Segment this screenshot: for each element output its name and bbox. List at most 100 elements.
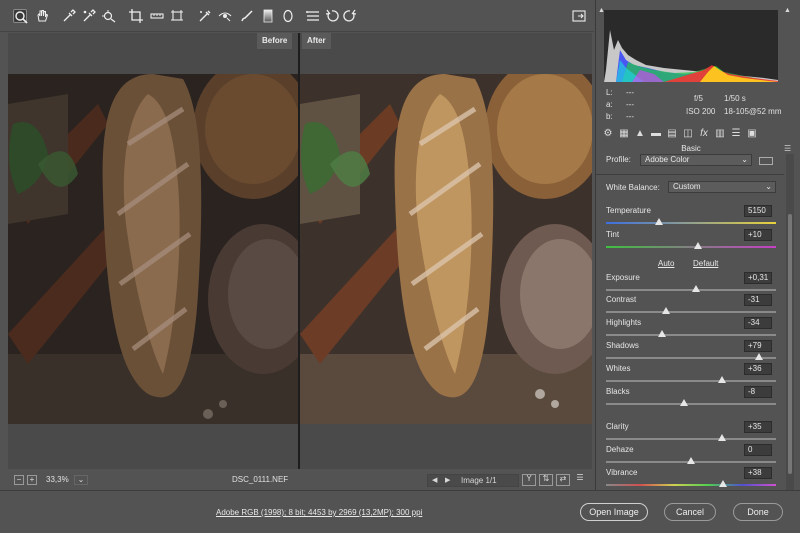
highlight-clipping-icon[interactable]: ▲ — [784, 7, 791, 14]
panel-scrollbar[interactable] — [786, 154, 794, 490]
lens-focal-length: 18-105@52 mm — [724, 107, 782, 116]
spot-removal-tool-icon[interactable] — [198, 9, 212, 23]
whites-slider-thumb[interactable] — [717, 376, 726, 383]
hsl-tab-icon[interactable]: ▬ — [650, 128, 662, 140]
dehaze-value-field[interactable]: 0 — [744, 444, 772, 456]
clarity-slider-track[interactable] — [606, 438, 776, 440]
targeted-adjustment-tool-icon[interactable] — [102, 9, 116, 23]
previous-image-icon[interactable]: ◀ — [432, 476, 437, 484]
l-label: L: — [606, 88, 613, 97]
shadows-slider-thumb[interactable] — [755, 353, 763, 360]
tint-value-field[interactable]: +10 — [744, 229, 772, 241]
detail-tab-icon[interactable]: ▲ — [634, 128, 646, 140]
highlights-slider-track[interactable] — [606, 334, 776, 336]
clarity-value-field[interactable]: +35 — [744, 421, 772, 433]
workflow-options-link[interactable]: Adobe RGB (1998); 8 bit; 4453 by 2969 (1… — [216, 508, 422, 517]
color-sampler-tool-icon[interactable] — [82, 9, 96, 23]
fullscreen-toggle-icon[interactable] — [572, 9, 586, 23]
open-preferences-icon[interactable] — [306, 9, 320, 23]
copy-settings-icon[interactable]: ⇄ — [556, 474, 570, 486]
radial-filter-icon[interactable] — [281, 9, 295, 23]
temperature-value-field[interactable]: 5150 — [744, 205, 772, 217]
tint-slider-track[interactable] — [606, 246, 776, 248]
blacks-slider-track[interactable] — [606, 403, 776, 405]
tint-slider-thumb[interactable] — [693, 242, 702, 249]
whites-slider-track[interactable] — [606, 380, 776, 382]
temperature-slider-track[interactable] — [606, 222, 776, 224]
split-toning-tab-icon[interactable]: ▤ — [666, 128, 678, 140]
clarity-slider-thumb[interactable] — [717, 434, 726, 441]
before-after-view-icon[interactable]: Y — [522, 474, 536, 486]
highlights-slider-thumb[interactable] — [658, 330, 667, 337]
blacks-value-field[interactable]: -8 — [744, 386, 772, 398]
effects-tab-icon[interactable]: fx — [698, 128, 710, 140]
graduated-filter-icon[interactable] — [261, 9, 275, 23]
zoom-dropdown-button[interactable]: ⌄ — [74, 475, 88, 485]
hand-tool-icon[interactable] — [35, 9, 49, 23]
auto-button[interactable]: Auto — [658, 259, 674, 268]
cancel-button[interactable]: Cancel — [664, 503, 716, 521]
snapshots-tab-icon[interactable]: ▣ — [746, 128, 758, 140]
exposure-slider-thumb[interactable] — [692, 285, 701, 292]
before-image — [8, 74, 298, 424]
white-balance-tool-icon[interactable] — [62, 9, 76, 23]
scrollbar-thumb[interactable] — [788, 214, 792, 474]
white-balance-dropdown[interactable]: Custom ⌄ — [668, 181, 776, 193]
temperature-slider-thumb[interactable] — [654, 218, 663, 225]
dehaze-slider-thumb[interactable] — [687, 457, 695, 464]
swap-settings-icon[interactable]: ⇅ — [539, 474, 553, 486]
shadows-value-field[interactable]: +79 — [744, 340, 772, 352]
open-image-button[interactable]: Open Image — [580, 503, 648, 521]
lens-corrections-tab-icon[interactable]: ◫ — [682, 128, 694, 140]
preview-preferences-icon[interactable]: ☰ — [573, 474, 587, 486]
basic-tab-icon[interactable]: ⚙ — [602, 128, 614, 140]
before-label[interactable]: Before — [257, 33, 293, 49]
crop-tool-icon[interactable] — [129, 9, 143, 23]
aperture: f/5 — [694, 94, 703, 103]
contrast-slider-thumb[interactable] — [661, 307, 670, 314]
zoom-out-button[interactable]: − — [14, 475, 24, 485]
tone-curve-tab-icon[interactable]: ▦ — [618, 128, 630, 140]
blacks-slider-thumb[interactable] — [680, 399, 689, 406]
exposure-label: Exposure — [606, 273, 640, 282]
red-eye-removal-tool-icon[interactable] — [218, 9, 232, 23]
whites-value-field[interactable]: +36 — [744, 363, 772, 375]
after-label[interactable]: After — [302, 33, 331, 49]
transform-tool-icon[interactable] — [170, 9, 184, 23]
l-value: --- — [626, 88, 634, 97]
exposure-slider-track[interactable] — [606, 289, 776, 291]
zoom-in-button[interactable]: + — [27, 475, 37, 485]
next-image-icon[interactable]: ▶ — [445, 476, 450, 484]
b-value: --- — [626, 112, 634, 121]
profile-browser-icon[interactable] — [759, 157, 773, 165]
preview-area: Before After — [8, 33, 592, 469]
adjustment-brush-icon[interactable] — [240, 9, 254, 23]
footer: Adobe RGB (1998); 8 bit; 4453 by 2969 (1… — [0, 490, 800, 533]
contrast-label: Contrast — [606, 295, 637, 304]
profile-dropdown[interactable]: Adobe Color ⌄ — [640, 154, 752, 166]
clarity-label: Clarity — [606, 422, 629, 431]
rotate-left-icon[interactable] — [325, 9, 339, 23]
vibrance-value-field[interactable]: +38 — [744, 467, 772, 479]
contrast-value-field[interactable]: -31 — [744, 294, 772, 306]
exposure-value-field[interactable]: +0,31 — [744, 272, 772, 284]
zoom-tool-icon[interactable] — [13, 9, 28, 24]
vibrance-slider-thumb[interactable] — [719, 480, 728, 487]
done-button[interactable]: Done — [733, 503, 783, 521]
a-label: a: — [606, 100, 613, 109]
panel-menu-icon[interactable]: ☰ — [784, 144, 791, 153]
rotate-right-icon[interactable] — [343, 9, 357, 23]
presets-tab-icon[interactable]: ☰ — [730, 128, 742, 140]
camera-calibration-tab-icon[interactable]: ▥ — [714, 128, 726, 140]
highlights-label: Highlights — [606, 318, 642, 327]
adjustment-panel: ▲ ▲ L: --- a: --- b: --- f/5 1/50 s ISO … — [595, 0, 800, 490]
toolbar — [0, 0, 594, 32]
vibrance-label: Vibrance — [606, 468, 638, 477]
shadows-slider-track[interactable] — [606, 357, 776, 359]
highlights-value-field[interactable]: -34 — [744, 317, 772, 329]
straighten-tool-icon[interactable] — [150, 9, 164, 23]
chevron-down-icon: ⌄ — [765, 182, 772, 191]
vibrance-slider-track[interactable] — [606, 484, 776, 486]
contrast-slider-track[interactable] — [606, 311, 776, 313]
default-button[interactable]: Default — [693, 259, 718, 268]
